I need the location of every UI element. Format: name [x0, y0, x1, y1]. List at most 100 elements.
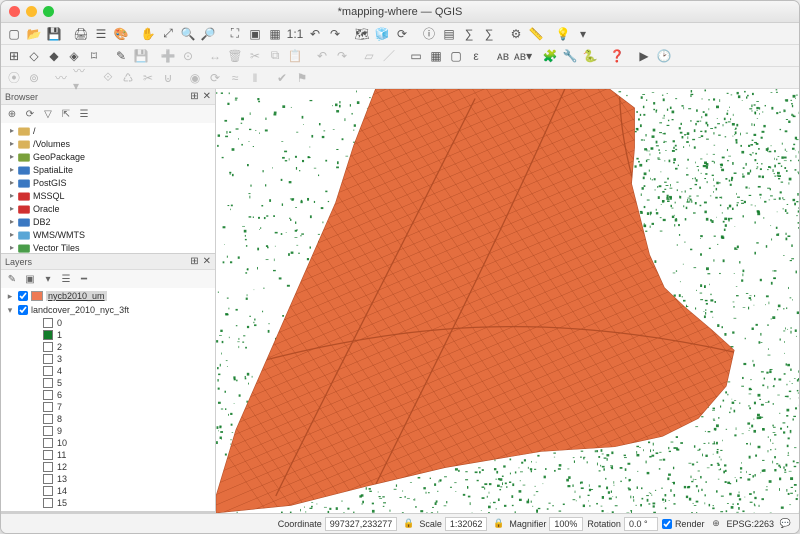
legend-item[interactable]: 3 — [3, 353, 215, 365]
zoom-next-button[interactable]: ↷ — [326, 25, 344, 43]
browser-dock-icon[interactable]: ⊞ — [190, 91, 198, 102]
processing-history-button[interactable]: 🕑 — [655, 47, 673, 65]
select-by-expr-button[interactable]: ε — [467, 47, 485, 65]
layers-close-icon[interactable]: ✕ — [203, 256, 211, 267]
new-3d-view-button[interactable]: 🧊 — [373, 25, 391, 43]
attributes-button[interactable]: ▤ — [440, 25, 458, 43]
legend-item[interactable]: 1 — [3, 329, 215, 341]
processing-run-button[interactable]: ▶ — [635, 47, 653, 65]
legend-item[interactable]: 6 — [3, 389, 215, 401]
legend-item[interactable]: 5 — [3, 377, 215, 389]
pan-button[interactable]: ✋ — [139, 25, 157, 43]
layout-manager-button[interactable]: ☰ — [92, 25, 110, 43]
browser-tree[interactable]: ▸/▸/Volumes▸GeoPackage▸SpatiaLite▸PostGI… — [1, 123, 215, 253]
pan-to-selection-button[interactable]: ⤢ — [159, 25, 177, 43]
group-icon[interactable]: ☰ — [59, 272, 73, 286]
plugin-3-button[interactable]: 🐍 — [581, 47, 599, 65]
browser-item[interactable]: ▸/Volumes — [3, 137, 215, 150]
toolbox-button[interactable]: ⚙ — [507, 25, 525, 43]
deselect-all-button[interactable]: ▢ — [447, 47, 465, 65]
legend-item[interactable]: 2 — [3, 341, 215, 353]
browser-item[interactable]: ▸WMS/WMTS — [3, 228, 215, 241]
label-tool-button[interactable]: ᴀʙ — [494, 47, 512, 65]
filter-layer-icon[interactable]: ▣ — [23, 272, 37, 286]
statistics-button[interactable]: ∑ — [480, 25, 498, 43]
open-project-button[interactable]: 📂 — [25, 25, 43, 43]
measure-button[interactable]: 📏 — [527, 25, 545, 43]
zoom-full-button[interactable]: ⛶ — [226, 25, 244, 43]
save-project-button[interactable]: 💾 — [45, 25, 63, 43]
open-data-source-button[interactable]: ⊞ — [5, 47, 23, 65]
zoom-last-button[interactable]: ↶ — [306, 25, 324, 43]
layer-visibility-checkbox[interactable] — [18, 305, 28, 315]
label-config-button[interactable]: ᴀʙ▾ — [514, 47, 532, 65]
layer-visibility-checkbox[interactable] — [18, 291, 28, 301]
legend-item[interactable]: 10 — [3, 437, 215, 449]
browser-item[interactable]: ▸GeoPackage — [3, 150, 215, 163]
style-icon[interactable]: ✎ — [5, 272, 19, 286]
select-by-value-button[interactable]: ▦ — [427, 47, 445, 65]
legend-item[interactable]: 12 — [3, 461, 215, 473]
rotation-value[interactable]: 0.0 ° — [624, 517, 658, 531]
browser-item[interactable]: ▸Oracle — [3, 202, 215, 215]
layers-tree[interactable]: ▸nycb2010_um▾landcover_2010_nyc_3ft01234… — [1, 288, 215, 511]
legend-item[interactable]: 8 — [3, 413, 215, 425]
properties-icon[interactable]: ☰ — [77, 107, 91, 121]
browser-panel-header[interactable]: Browser ⊞ ✕ — [1, 89, 215, 105]
new-map-view-button[interactable]: 🗺 — [353, 25, 371, 43]
field-calc-button[interactable]: ∑ — [460, 25, 478, 43]
scale-value[interactable]: 1:32062 — [445, 517, 488, 531]
help-button[interactable]: ❓ — [608, 47, 626, 65]
browser-item[interactable]: ▸SpatiaLite — [3, 163, 215, 176]
browser-item[interactable]: ▸/ — [3, 124, 215, 137]
zoom-native-button[interactable]: 1:1 — [286, 25, 304, 43]
layers-panel-header[interactable]: Layers ⊞ ✕ — [1, 254, 215, 270]
layer-item[interactable]: ▾landcover_2010_nyc_3ft — [3, 303, 215, 317]
browser-item[interactable]: ▸PostGIS — [3, 176, 215, 189]
new-project-button[interactable]: ▢ — [5, 25, 23, 43]
expand-all-icon[interactable]: ▾ — [41, 272, 55, 286]
layer-item[interactable]: ▸nycb2010_um — [3, 289, 215, 303]
browser-item[interactable]: ▸MSSQL — [3, 189, 215, 202]
coord-value[interactable]: 997327,233277 — [325, 517, 398, 531]
add-layer-icon[interactable]: ⊕ — [5, 107, 19, 121]
legend-item[interactable]: 15 — [3, 497, 215, 509]
zoom-selection-button[interactable]: ▣ — [246, 25, 264, 43]
messages-icon[interactable]: 💬 — [778, 516, 793, 531]
refresh-icon[interactable]: ⟳ — [23, 107, 37, 121]
zoom-out-button[interactable]: 🔎 — [199, 25, 217, 43]
map-canvas[interactable] — [216, 89, 799, 513]
legend-item[interactable]: 4 — [3, 365, 215, 377]
new-geopackage-button[interactable]: ◇ — [25, 47, 43, 65]
legend-item[interactable]: 14 — [3, 485, 215, 497]
select-features-button[interactable]: ▭ — [407, 47, 425, 65]
magnifier-lock-icon[interactable]: 🔒 — [491, 516, 506, 531]
collapse-icon[interactable]: ⇱ — [59, 107, 73, 121]
edit-toggle-button[interactable]: ✎ — [112, 47, 130, 65]
browser-close-icon[interactable]: ✕ — [203, 91, 211, 102]
style-manager-button[interactable]: 🎨 — [112, 25, 130, 43]
render-checkbox[interactable] — [662, 519, 672, 529]
layers-dock-icon[interactable]: ⊞ — [190, 256, 198, 267]
legend-item[interactable]: 9 — [3, 425, 215, 437]
legend-item[interactable]: 0 — [3, 317, 215, 329]
zoom-in-button[interactable]: 🔍 — [179, 25, 197, 43]
scale-lock-icon[interactable]: 🔒 — [401, 516, 416, 531]
new-shapefile-button[interactable]: ◆ — [45, 47, 63, 65]
identify-button[interactable]: ⓘ — [420, 25, 438, 43]
tips-button[interactable]: 💡 — [554, 25, 572, 43]
show-tips-button[interactable]: ▾ — [574, 25, 592, 43]
filter-icon[interactable]: ▽ — [41, 107, 55, 121]
browser-item[interactable]: ▸DB2 — [3, 215, 215, 228]
magnifier-value[interactable]: 100% — [549, 517, 583, 531]
legend-item[interactable]: 13 — [3, 473, 215, 485]
refresh-view-button[interactable]: ⟳ — [393, 25, 411, 43]
zoom-layer-button[interactable]: ▦ — [266, 25, 284, 43]
remove-icon[interactable]: ━ — [77, 272, 91, 286]
plugin-2-button[interactable]: 🔧 — [561, 47, 579, 65]
plugin-1-button[interactable]: 🧩 — [541, 47, 559, 65]
print-layout-button[interactable]: 🖨 — [72, 25, 90, 43]
crs-icon[interactable]: ⊕ — [708, 516, 723, 531]
legend-item[interactable]: 11 — [3, 449, 215, 461]
browser-item[interactable]: ▸Vector Tiles — [3, 241, 215, 253]
